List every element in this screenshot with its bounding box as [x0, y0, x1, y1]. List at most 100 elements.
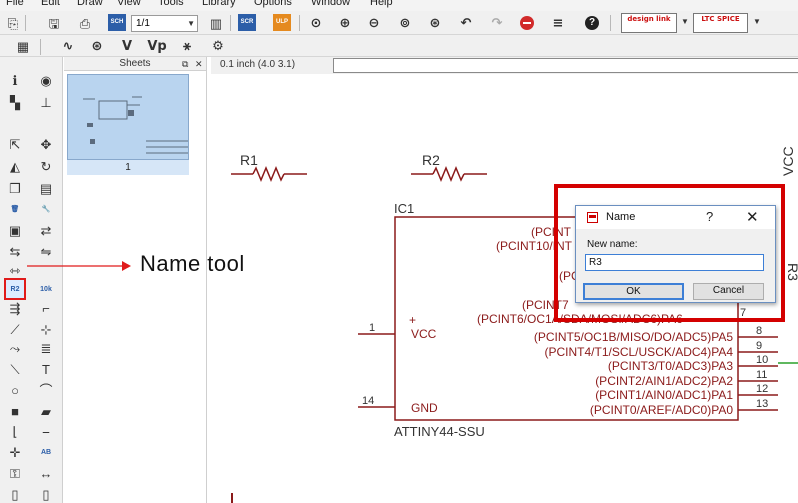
polygon-icon[interactable]: ▰: [37, 402, 55, 420]
sheet-number[interactable]: 1: [67, 160, 189, 175]
add-icon[interactable]: ▣: [6, 221, 24, 239]
resistor-r1[interactable]: [231, 166, 307, 182]
close-icon[interactable]: ✕: [746, 208, 759, 226]
print-icon[interactable]: ⎙: [76, 14, 94, 32]
bus-icon[interactable]: ≣: [37, 339, 55, 357]
settings-icon[interactable]: ⚙: [209, 37, 227, 55]
cam-icon[interactable]: SCH: [108, 14, 126, 31]
menu-edit[interactable]: Edit: [41, 0, 60, 8]
new-sheet-icon[interactable]: ⎘: [4, 14, 22, 32]
mirror-icon[interactable]: ◭: [6, 157, 24, 175]
help-icon[interactable]: ?: [583, 14, 601, 32]
help-icon[interactable]: ?: [706, 209, 713, 224]
dimension-icon-glyph: ↔: [39, 465, 53, 481]
text-icon[interactable]: T: [37, 360, 55, 378]
menu-help[interactable]: Help: [370, 0, 393, 8]
bus-view-icon[interactable]: ▥: [207, 14, 225, 32]
chevron-down-icon[interactable]: ▼: [681, 18, 689, 26]
zoom-fit-icon[interactable]: ⊙: [307, 14, 325, 32]
wrench-icon[interactable]: 🔧: [37, 200, 55, 218]
value-tool-icon-glyph: 10k: [40, 285, 52, 293]
coordinate-display: 0.1 inch (4.0 3.1): [220, 59, 296, 70]
info-icon[interactable]: ℹ: [6, 71, 24, 89]
move-icon[interactable]: ⇱: [6, 135, 24, 153]
invoke-icon[interactable]: ⤳: [6, 339, 24, 357]
replace-icon[interactable]: ⇄: [37, 221, 55, 239]
coordinate-bar: 0.1 inch (4.0 3.1): [211, 57, 798, 74]
copy-icon[interactable]: ❐: [6, 179, 24, 197]
ulp-icon[interactable]: ULP: [273, 14, 291, 31]
stop-icon[interactable]: [518, 14, 536, 32]
gate-swap-icon[interactable]: ⇆: [6, 242, 24, 260]
sheets-title: Sheets: [119, 58, 151, 69]
search-icon[interactable]: ⊛: [88, 37, 106, 55]
menu-file[interactable]: File: [6, 0, 24, 8]
r3-partial-label: R3: [785, 263, 798, 281]
circle-icon[interactable]: ○: [6, 381, 24, 399]
chevron-down-icon[interactable]: ▼: [753, 18, 761, 26]
delete-icon[interactable]: 🗑: [6, 200, 24, 218]
split-icon[interactable]: ⇿: [6, 261, 24, 279]
wire-style-icon[interactable]: ∿: [59, 37, 77, 55]
gnd-pin-number: 14: [362, 395, 374, 407]
redo-icon[interactable]: ↷: [488, 14, 506, 32]
new-name-field[interactable]: R3: [585, 254, 764, 271]
undo-icon[interactable]: ↶: [457, 14, 475, 32]
float-icon[interactable]: ⧉: [182, 57, 188, 71]
miter-icon[interactable]: ⌐: [37, 299, 55, 317]
close-icon[interactable]: ✕: [195, 57, 203, 71]
value-tool-icon[interactable]: 10k: [37, 280, 55, 298]
value-icon[interactable]: V: [118, 37, 136, 55]
line-icon[interactable]: ⟍: [6, 360, 24, 378]
value-pin-icon[interactable]: Vp: [147, 37, 166, 55]
cancel-button[interactable]: Cancel: [693, 283, 764, 300]
save-icon[interactable]: 🖫: [45, 14, 63, 32]
zoom-combo[interactable]: 1/1 ▼: [131, 15, 198, 32]
bus-wire-icon[interactable]: ⎯: [37, 422, 55, 440]
ok-button[interactable]: OK: [583, 283, 684, 300]
frame-icon[interactable]: ▯: [6, 485, 24, 503]
menu-draw[interactable]: Draw: [77, 0, 103, 8]
paste-icon[interactable]: ▤: [37, 179, 55, 197]
pin-label: (PCINT2/AIN1/ADC2)PA2: [595, 374, 733, 388]
show-icon[interactable]: ◉: [37, 71, 55, 89]
split-line-icon[interactable]: ⟋: [6, 320, 24, 338]
zoom-in-icon[interactable]: ⊕: [336, 14, 354, 32]
menu-options[interactable]: Options: [254, 0, 292, 8]
smash-icon-glyph: ⇶: [9, 300, 21, 316]
display-icon[interactable]: ▚: [6, 93, 24, 111]
ltspice-logo[interactable]: LTC SPICE: [693, 13, 748, 33]
zoom-out-icon[interactable]: ⊖: [365, 14, 383, 32]
move-all-icon[interactable]: ✥: [37, 135, 55, 153]
zoom-select-icon[interactable]: ⊛: [426, 14, 444, 32]
arc-icon[interactable]: ⌒: [37, 381, 55, 399]
menu-window[interactable]: Window: [311, 0, 350, 8]
go-icon[interactable]: ≡: [549, 14, 567, 32]
zoom-redraw-icon[interactable]: ⊚: [396, 14, 414, 32]
junction-icon[interactable]: ✛: [6, 443, 24, 461]
rotate-icon[interactable]: ↻: [37, 157, 55, 175]
main-toolbar: ⎘ 🖫 ⎙ SCH 1/1 ▼ ▥ SCR ULP ⊙ ⊕ ⊖ ⊚ ⊛ ↶ ↷ ≡…: [0, 11, 798, 35]
design-link-logo[interactable]: design link: [621, 13, 677, 33]
module-icon[interactable]: ▯: [37, 485, 55, 503]
name-tool-icon[interactable]: R2: [4, 278, 26, 300]
share-icon[interactable]: ⚹: [178, 37, 196, 55]
menu-view[interactable]: View: [117, 0, 141, 8]
smash-icon[interactable]: ⇶: [6, 299, 24, 317]
mark-icon[interactable]: ⊥: [37, 93, 55, 111]
net-icon[interactable]: ⌊: [6, 422, 24, 440]
label-icon[interactable]: AB: [37, 443, 55, 461]
menu-tools[interactable]: Tools: [158, 0, 184, 8]
sheet-thumbnail[interactable]: [67, 74, 189, 160]
rect-icon[interactable]: ■: [6, 402, 24, 420]
grid-icon[interactable]: ▦: [14, 37, 32, 55]
pin-swap-icon-glyph: ⇋: [40, 243, 52, 259]
resistor-r2[interactable]: [411, 166, 487, 182]
command-line-input[interactable]: [333, 58, 798, 73]
optimize-icon[interactable]: ⊹: [37, 320, 55, 338]
menu-library[interactable]: Library: [202, 0, 236, 8]
dimension-icon[interactable]: ↔: [37, 464, 55, 482]
script-icon[interactable]: SCR: [238, 14, 256, 31]
attribute-icon[interactable]: ⚿: [6, 464, 24, 482]
ic-value-label: ATTINY44-SSU: [394, 424, 485, 439]
